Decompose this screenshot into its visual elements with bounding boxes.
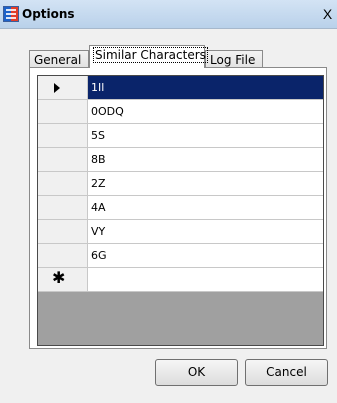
tab-similar-characters[interactable]: Similar Characters [89,45,208,68]
row-header[interactable] [38,148,88,171]
grid-cell[interactable]: 2Z [88,172,323,195]
grid-row[interactable]: 6G [38,244,323,268]
tab-log-file[interactable]: Log File [205,50,263,67]
grid-cell[interactable]: 8B [88,148,323,171]
window-title: Options [22,7,75,21]
grid-row[interactable]: 0ODQ [38,100,323,124]
row-header[interactable] [38,220,88,243]
grid-row[interactable]: 8B [38,148,323,172]
cancel-button[interactable]: Cancel [245,359,328,386]
ok-button[interactable]: OK [155,359,238,386]
row-header[interactable] [38,100,88,123]
grid-row[interactable]: 5S [38,124,323,148]
current-row-arrow-icon [54,83,60,93]
tab-general[interactable]: General [29,50,89,67]
grid-cell[interactable]: 5S [88,124,323,147]
app-icon [3,6,19,22]
options-dialog: Options X General Similar Characters Log… [0,0,337,403]
grid-cell[interactable]: 1Il [88,76,323,99]
tab-label: Similar Characters [93,47,208,63]
row-header[interactable] [38,196,88,219]
grid-row[interactable]: VY [38,220,323,244]
similar-characters-panel: 1Il 0ODQ 5S 8B 2Z 4A VY 6G ✱ [29,67,327,349]
grid-row[interactable]: 1Il [38,76,323,100]
grid-cell[interactable]: VY [88,220,323,243]
grid-row[interactable]: 2Z [38,172,323,196]
grid-cell[interactable] [88,268,323,291]
row-header[interactable] [38,244,88,267]
close-button[interactable]: X [318,6,337,22]
similar-characters-grid[interactable]: 1Il 0ODQ 5S 8B 2Z 4A VY 6G ✱ [37,75,324,346]
new-row[interactable]: ✱ [38,268,323,292]
grid-row[interactable]: 4A [38,196,323,220]
grid-cell[interactable]: 6G [88,244,323,267]
grid-cell[interactable]: 0ODQ [88,100,323,123]
row-header[interactable] [38,124,88,147]
grid-cell[interactable]: 4A [88,196,323,219]
tab-label: Log File [210,53,256,67]
title-bar[interactable]: Options X [0,0,337,29]
row-header[interactable] [38,172,88,195]
tab-label: General [34,53,82,67]
new-row-asterisk-icon: ✱ [52,270,66,287]
row-header[interactable]: ✱ [38,268,88,291]
row-header[interactable] [38,76,88,99]
